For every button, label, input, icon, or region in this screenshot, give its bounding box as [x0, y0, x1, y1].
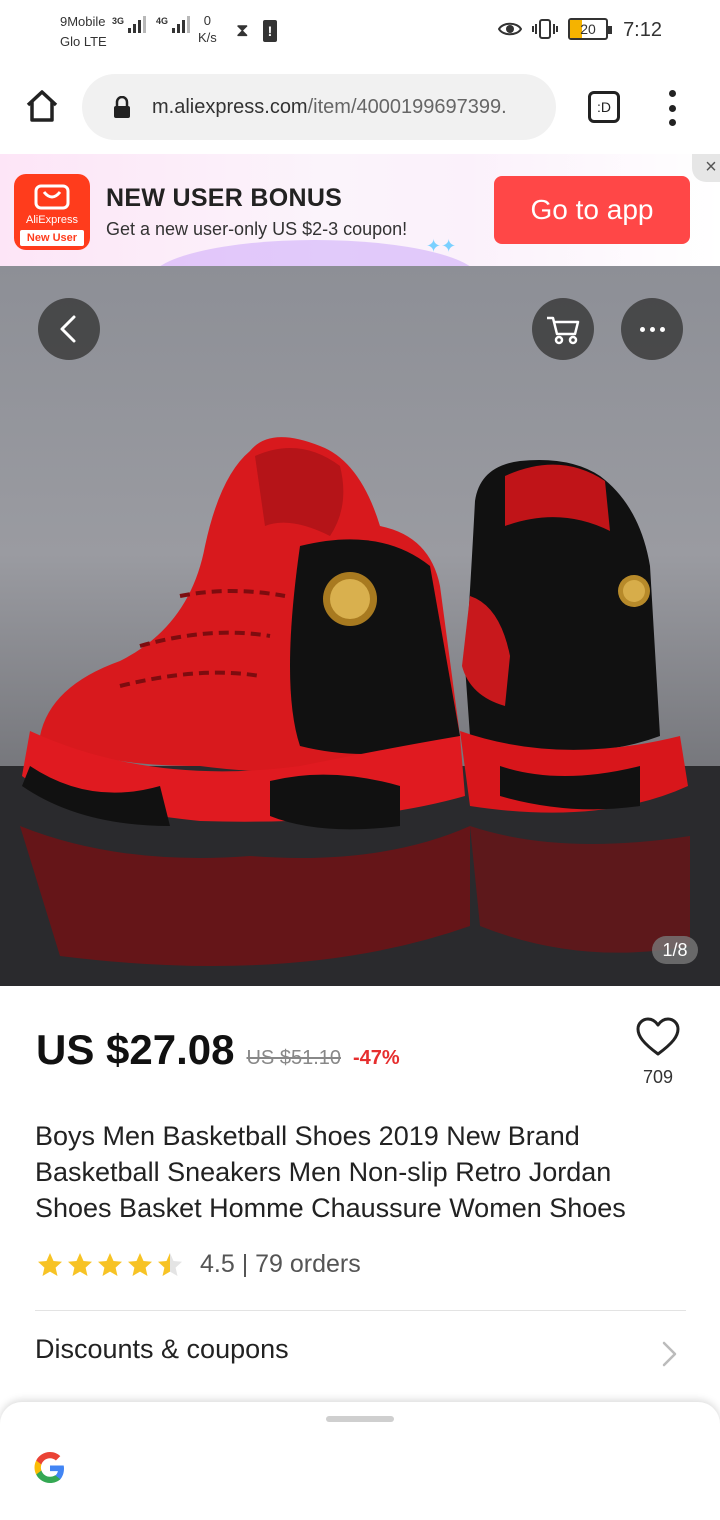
new-user-banner[interactable]: AliExpress New User NEW USER BONUS Get a… — [0, 154, 720, 266]
rating-orders: 4.5 | 79 orders — [200, 1250, 361, 1278]
hourglass-icon: ⧗ — [236, 20, 249, 40]
google-icon[interactable] — [30, 1448, 70, 1488]
url-domain: m.aliexpress.com — [152, 95, 308, 118]
current-price: US $27.08 — [36, 1026, 235, 1073]
star-icon — [98, 1252, 122, 1276]
network-speed: 0 K/s — [198, 12, 217, 46]
status-right-icons: 20 — [498, 18, 612, 40]
speed-value: 0 — [203, 13, 212, 28]
heart-icon — [636, 1017, 680, 1056]
star-icon — [38, 1252, 62, 1276]
carrier-info: 9Mobile Glo LTE — [60, 12, 107, 52]
bottom-sheet[interactable] — [0, 1402, 720, 1520]
lock-icon — [114, 96, 130, 118]
logo-tag: New User — [20, 230, 84, 246]
banner-title: NEW USER BONUS — [106, 184, 343, 212]
carrier-2: Glo LTE — [60, 34, 107, 49]
star-rating — [36, 1251, 184, 1279]
network-type-2: 4G — [156, 16, 169, 26]
chevron-right-icon[interactable] — [660, 1340, 678, 1368]
original-price: US $51.10 — [246, 1047, 341, 1069]
price-row: US $27.08 US $51.10 -47% — [36, 1026, 400, 1074]
cart-button[interactable] — [532, 298, 594, 360]
home-icon[interactable] — [24, 88, 60, 124]
signal-icon: 4G — [156, 16, 191, 33]
alert-icon: ! — [263, 20, 277, 42]
signal-icons: 3G 4G — [112, 16, 191, 33]
network-type-1: 3G — [112, 16, 125, 26]
star-icon — [128, 1252, 152, 1276]
product-title: Boys Men Basketball Shoes 2019 New Brand… — [35, 1121, 626, 1223]
divider — [35, 1310, 686, 1311]
tabs-icon[interactable]: :D — [588, 91, 620, 123]
battery-level: 20 — [580, 21, 596, 37]
eye-icon — [498, 22, 522, 36]
status-bar: 9Mobile Glo LTE 3G 4G 0 K/s ⧗ ! 20 7:12 — [0, 0, 720, 64]
carrier-1: 9Mobile — [60, 14, 106, 29]
signal-icon: 3G — [112, 16, 147, 33]
close-icon[interactable]: × — [692, 154, 720, 182]
go-to-app-button[interactable]: Go to app — [494, 176, 690, 244]
rating-row[interactable]: 4.5 | 79 orders — [36, 1250, 361, 1279]
sheet-handle[interactable] — [326, 1416, 394, 1422]
star-icon — [68, 1252, 92, 1276]
discount-badge: -47% — [353, 1047, 400, 1069]
bag-icon — [34, 184, 70, 210]
sparkle-icon: ✦✦ — [426, 236, 457, 256]
banner-subtitle: Get a new user-only US $2-3 coupon! — [106, 219, 408, 239]
aliexpress-logo: AliExpress New User — [14, 174, 90, 250]
logo-name: AliExpress — [26, 214, 78, 226]
more-vert-icon[interactable] — [660, 90, 684, 126]
back-arrow-icon — [60, 315, 76, 343]
product-photo — [0, 437, 720, 986]
product-gallery[interactable]: 1/8 — [0, 266, 720, 986]
discounts-coupons-row[interactable]: Discounts & coupons — [35, 1334, 289, 1365]
speed-unit: K/s — [198, 30, 217, 45]
star-icon — [158, 1252, 182, 1276]
back-button[interactable] — [38, 298, 100, 360]
cart-icon — [547, 316, 580, 345]
image-counter: 1/8 — [652, 936, 698, 964]
clock: 7:12 — [623, 19, 662, 41]
wishlist-count: 709 — [642, 1067, 674, 1087]
wishlist-button[interactable]: 709 — [634, 1016, 682, 1088]
more-horiz-icon[interactable] — [621, 298, 683, 360]
url-path: /item/4000199697399. — [307, 95, 507, 118]
browser-toolbar: m.aliexpress.com/item/4000199697399. :D — [0, 64, 720, 154]
address-bar[interactable]: m.aliexpress.com/item/4000199697399. — [82, 74, 556, 140]
battery-icon: 20 — [568, 18, 612, 40]
vibrate-icon — [532, 19, 558, 39]
url-text: m.aliexpress.com/item/4000199697399. — [152, 96, 507, 119]
